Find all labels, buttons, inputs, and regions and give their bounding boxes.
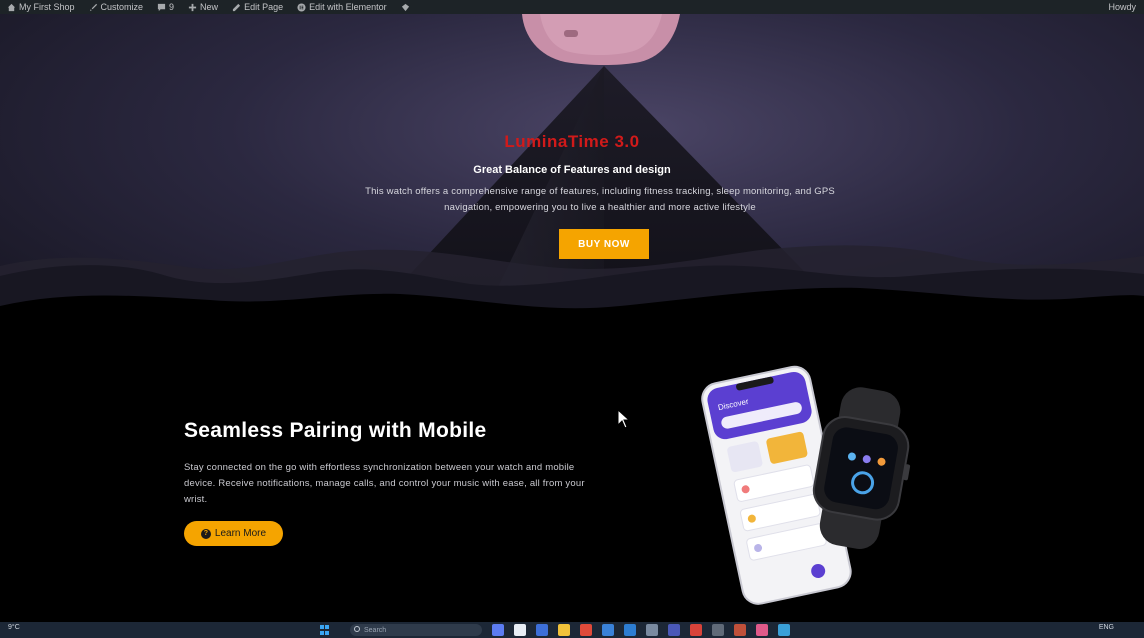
elementor-label: Edit with Elementor <box>309 2 387 12</box>
buy-now-button[interactable]: BUY NOW <box>559 229 649 259</box>
admin-bar: My First Shop Customize 9 New Edit Page … <box>0 0 1144 14</box>
brush-icon <box>89 3 97 11</box>
howdy-label: Howdy <box>1108 2 1136 12</box>
taskbar: 9°C Search ENG <box>0 622 1144 638</box>
smartwatch-mockup <box>812 387 911 549</box>
edit-page-label: Edit Page <box>244 2 284 12</box>
app-icon[interactable] <box>646 624 658 636</box>
hero-section: LuminaTime 3.0 Great Balance of Features… <box>0 14 1144 344</box>
edge-icon[interactable] <box>536 624 548 636</box>
plus-icon <box>188 3 197 11</box>
elementor-icon <box>297 2 306 12</box>
learn-more-label: Learn More <box>214 528 267 539</box>
admin-bar-comments[interactable]: 9 <box>150 0 181 14</box>
taskbar-search[interactable]: Search <box>350 624 482 636</box>
store-icon[interactable] <box>602 624 614 636</box>
phone-watch-image: Discover <box>701 365 911 605</box>
admin-bar-elementor[interactable]: Edit with Elementor <box>290 0 394 14</box>
admin-bar-account[interactable]: Howdy <box>1101 0 1144 14</box>
home-icon <box>7 3 16 11</box>
product-subtitle: Great Balance of Features and design <box>473 164 671 176</box>
admin-bar-edit-page[interactable]: Edit Page <box>225 0 290 14</box>
mouse-cursor-icon <box>617 409 631 429</box>
new-label: New <box>200 2 219 12</box>
learn-more-button[interactable]: ? Learn More <box>184 521 283 546</box>
admin-bar-new[interactable]: New <box>181 0 225 14</box>
photos-icon[interactable] <box>734 624 746 636</box>
admin-bar-site[interactable]: My First Shop <box>0 0 82 14</box>
comment-icon <box>157 3 166 11</box>
vscode-icon[interactable] <box>624 624 636 636</box>
language-indicator[interactable]: ENG <box>1099 624 1114 631</box>
weather-widget[interactable]: 9°C <box>8 624 20 631</box>
admin-bar-customize[interactable]: Customize <box>82 0 151 14</box>
pairing-title: Seamless Pairing with Mobile <box>184 419 487 442</box>
product-description: This watch offers a comprehensive range … <box>365 186 835 213</box>
recorder-icon[interactable] <box>690 624 702 636</box>
chrome-icon[interactable] <box>580 624 592 636</box>
taskbar-apps <box>492 624 790 636</box>
diamond-icon <box>401 3 409 11</box>
search-icon <box>354 626 360 632</box>
pairing-section: Seamless Pairing with Mobile Stay connec… <box>0 344 1144 622</box>
hero-background <box>0 14 1144 344</box>
taskbar-search-label: Search <box>364 626 387 634</box>
comments-count: 9 <box>169 2 175 12</box>
pencil-icon <box>232 3 241 11</box>
copilot-icon[interactable] <box>492 624 504 636</box>
file-explorer-icon[interactable] <box>558 624 570 636</box>
task-view-icon[interactable] <box>514 624 526 636</box>
app-icon[interactable] <box>756 624 768 636</box>
admin-bar-extra[interactable] <box>394 0 417 14</box>
pairing-description: Stay connected on the go with effortless… <box>184 462 585 505</box>
customize-label: Customize <box>100 2 144 12</box>
question-icon: ? <box>200 528 211 539</box>
app-icon[interactable] <box>778 624 790 636</box>
discord-icon[interactable] <box>668 624 680 636</box>
product-title: LuminaTime 3.0 <box>504 132 640 151</box>
windows-start-icon[interactable] <box>320 625 330 635</box>
site-name: My First Shop <box>19 2 75 12</box>
terminal-icon[interactable] <box>712 624 724 636</box>
